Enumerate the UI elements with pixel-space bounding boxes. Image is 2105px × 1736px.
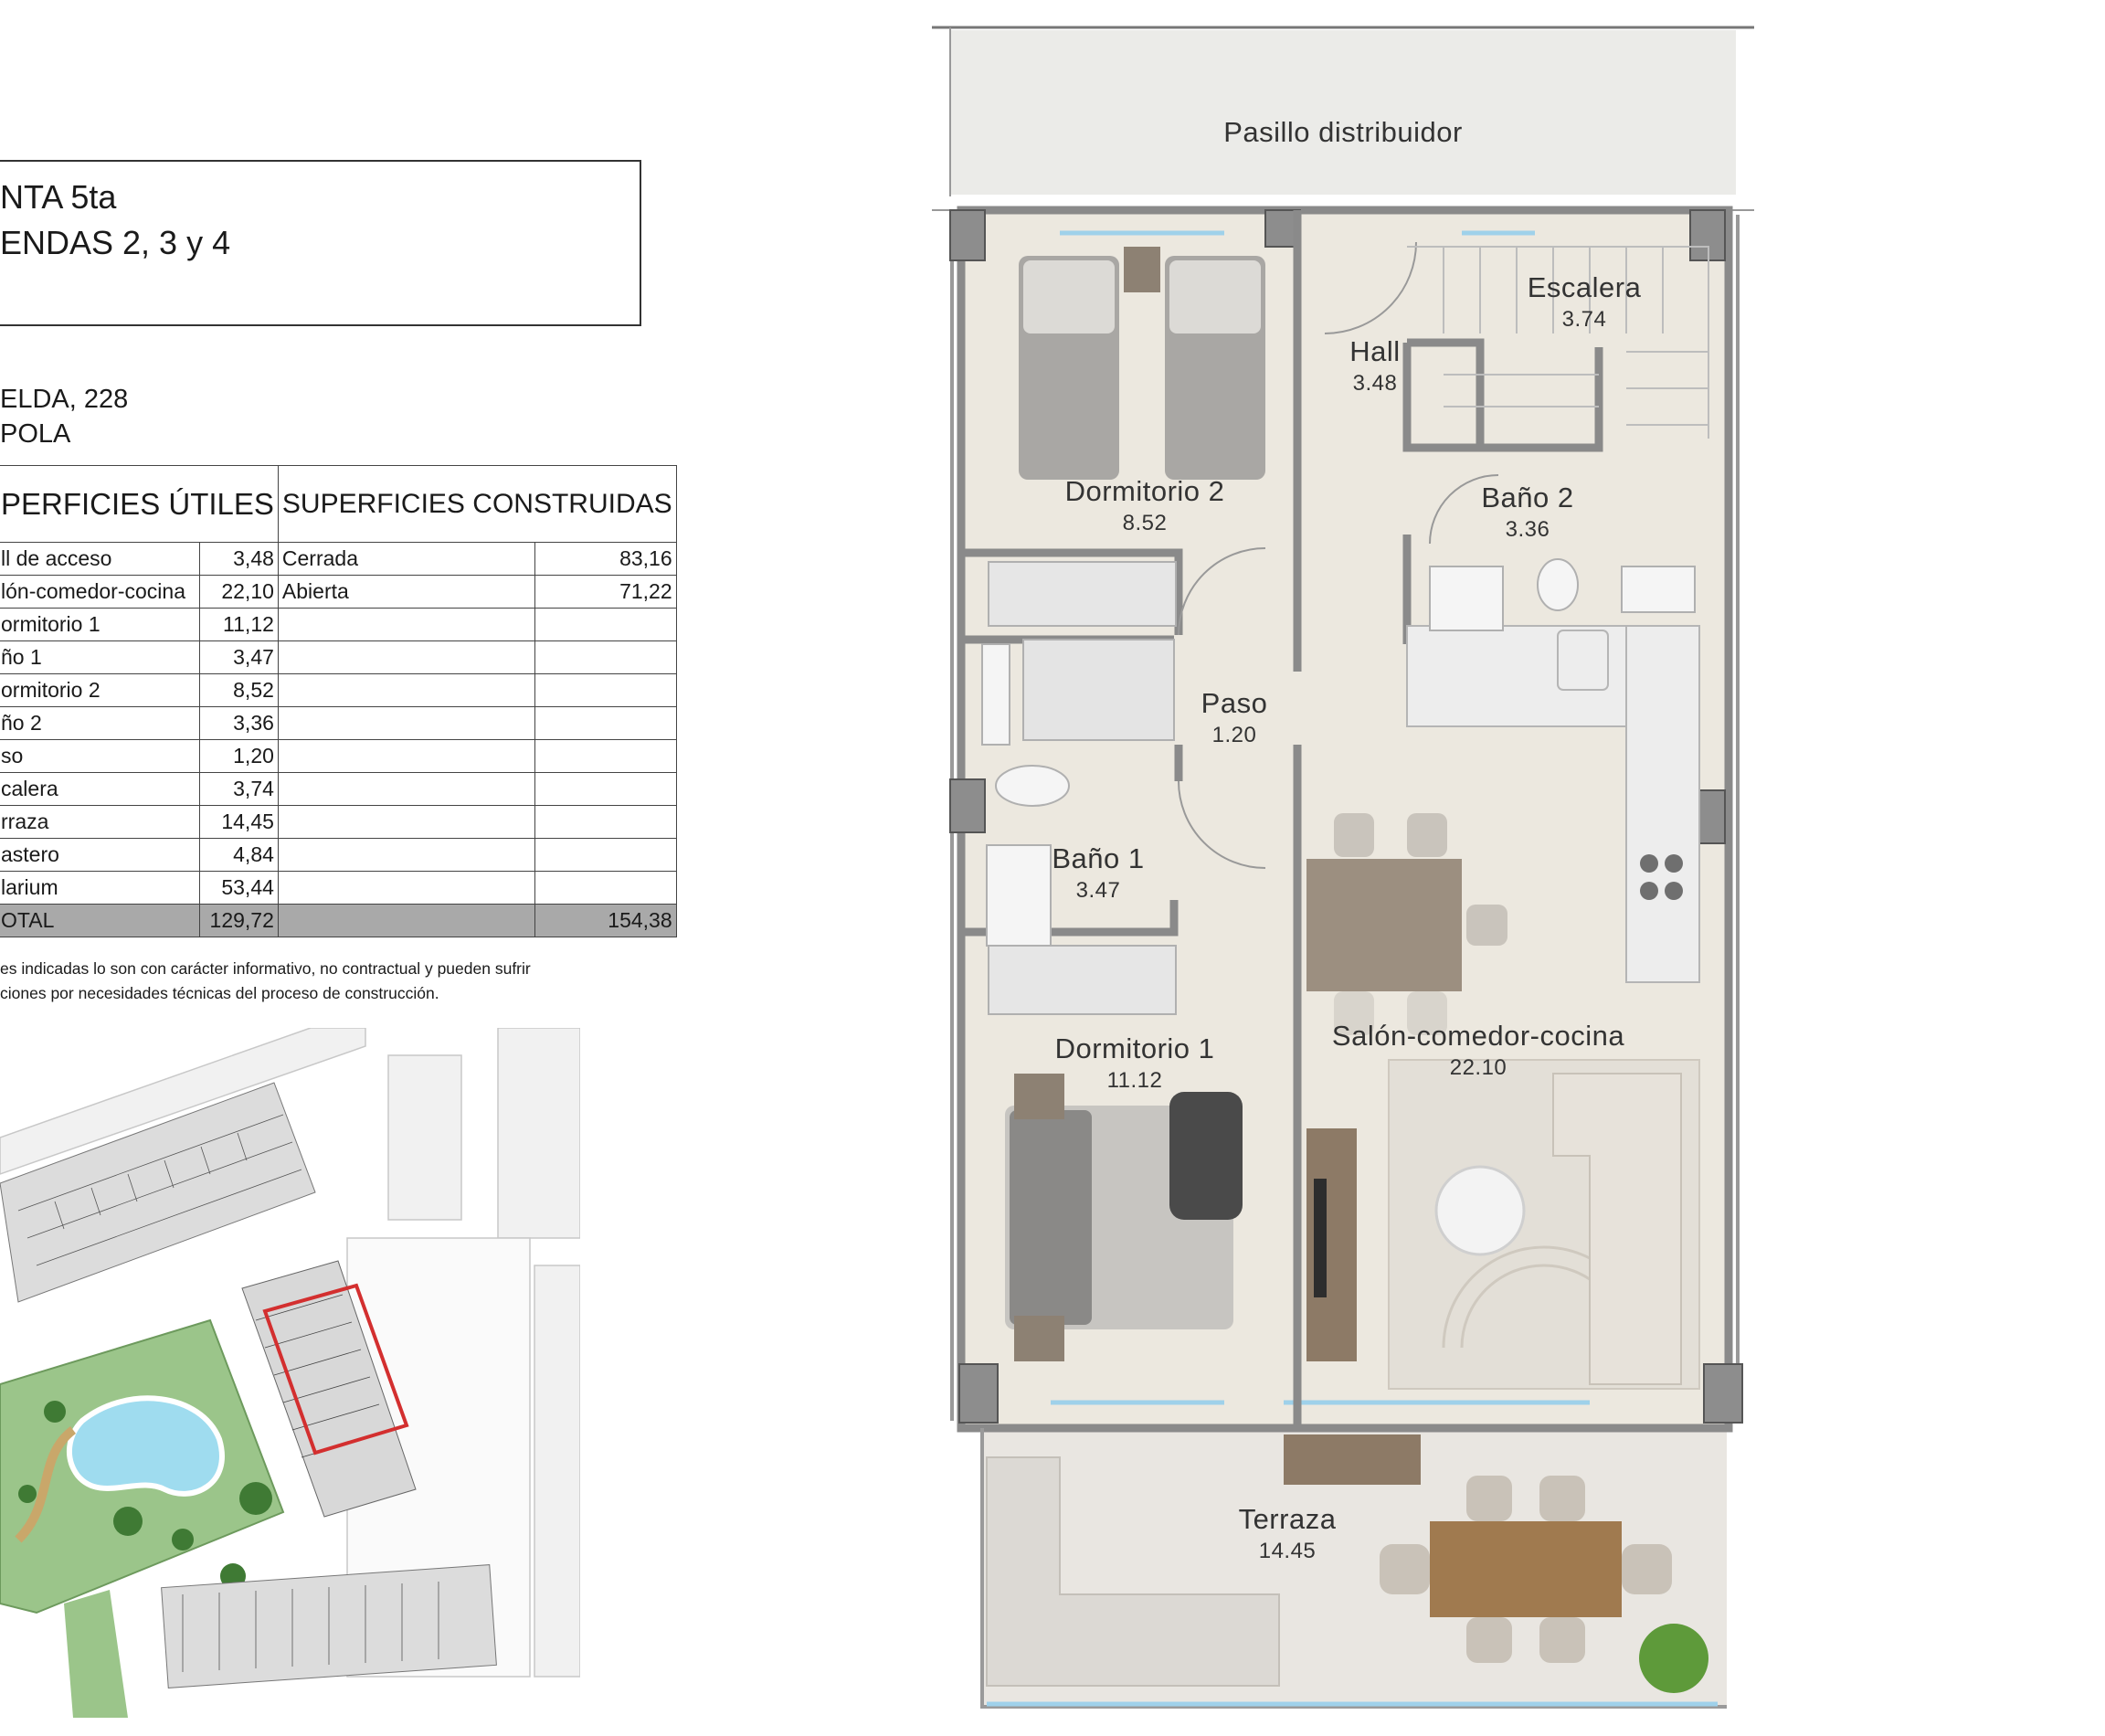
address-town: POLA — [0, 419, 71, 449]
built-area-cell — [534, 871, 677, 905]
address-block: ELDA, 228 POLA — [0, 382, 128, 451]
room-name-cell: lón-comedor-cocina — [0, 575, 200, 609]
table-row: ño 2 3,36 — [0, 706, 677, 740]
room-area-cell: 8,52 — [198, 673, 279, 707]
room-area-cell: 22,10 — [198, 575, 279, 609]
built-name-cell — [277, 673, 535, 707]
room-name-cell: ño 1 — [0, 640, 200, 674]
room-hall: Hall 3.48 — [1349, 335, 1401, 396]
room-bano-1: Baño 1 3.47 — [1052, 842, 1145, 903]
disclaimer-line-1: es indicadas lo son con carácter informa… — [0, 959, 531, 978]
room-name-cell: calera — [0, 772, 200, 806]
header-superficies-utiles: PERFICIES ÚTILES — [0, 465, 279, 543]
plant-icon — [1639, 1624, 1708, 1693]
room-dormitorio-1: Dormitorio 1 11.12 — [1054, 1032, 1215, 1093]
total-empty-cell — [277, 904, 535, 937]
table-row: ormitorio 1 11,12 — [0, 608, 677, 641]
built-name-cell — [277, 739, 535, 773]
room-name-cell: ño 2 — [0, 706, 200, 740]
room-escalera: Escalera 3.74 — [1527, 271, 1642, 332]
built-area-cell — [534, 640, 677, 674]
room-name-cell: so — [0, 739, 200, 773]
room-bano-2: Baño 2 3.36 — [1481, 482, 1574, 542]
total-useful-cell: 129,72 — [198, 904, 279, 937]
built-area-cell — [534, 706, 677, 740]
built-area-cell — [534, 608, 677, 641]
room-area-cell: 53,44 — [198, 871, 279, 905]
corridor-floor — [950, 30, 1736, 195]
built-name-cell — [277, 838, 535, 872]
room-name-cell: ll de acceso — [0, 542, 200, 576]
room-pasillo: Pasillo distribuidor — [1223, 116, 1463, 148]
built-area-cell — [534, 805, 677, 839]
table-row: astero 4,84 — [0, 838, 677, 872]
room-terraza: Terraza 14.45 — [1238, 1503, 1337, 1563]
built-name-cell — [277, 805, 535, 839]
table-row: ormitorio 2 8,52 — [0, 673, 677, 707]
built-name-cell — [277, 608, 535, 641]
room-area-cell: 1,20 — [198, 739, 279, 773]
room-paso: Paso 1.20 — [1201, 687, 1268, 747]
room-area-cell: 3,74 — [198, 772, 279, 806]
table-row: ño 1 3,47 — [0, 640, 677, 674]
room-area-cell: 3,48 — [198, 542, 279, 576]
room-name-cell: larium — [0, 871, 200, 905]
table-row: calera 3,74 — [0, 772, 677, 806]
table-total-row: OTAL 129,72 154,38 — [0, 904, 677, 937]
total-built-cell: 154,38 — [534, 904, 677, 937]
floor-plan: Pasillo distribuidor Escalera 3.74 Hall … — [932, 23, 1846, 1722]
disclaimer-line-2: ciones por necesidades técnicas del proc… — [0, 984, 439, 1002]
plan-title-box: NTA 5ta ENDAS 2, 3 y 4 — [0, 160, 641, 326]
built-name-cell: Cerrada — [277, 542, 535, 576]
room-area-cell: 3,47 — [198, 640, 279, 674]
table-row: so 1,20 — [0, 739, 677, 773]
built-area-cell — [534, 838, 677, 872]
built-name-cell: Abierta — [277, 575, 535, 609]
room-salon-comedor-cocina: Salón-comedor-cocina 22.10 — [1331, 1020, 1625, 1080]
area-table: PERFICIES ÚTILES SUPERFICIES CONSTRUIDAS… — [0, 465, 677, 937]
table-row: lón-comedor-cocina 22,10 Abierta 71,22 — [0, 575, 677, 609]
table-header-row: PERFICIES ÚTILES SUPERFICIES CONSTRUIDAS — [0, 465, 677, 543]
room-name-cell: rraza — [0, 805, 200, 839]
built-area-cell: 71,22 — [534, 575, 677, 609]
site-plan — [0, 1028, 580, 1718]
bedroom-1-bed — [1005, 1074, 1243, 1361]
room-area-cell: 4,84 — [198, 838, 279, 872]
room-name-cell: ormitorio 1 — [0, 608, 200, 641]
floor-title: NTA 5ta — [0, 178, 117, 216]
header-superficies-construidas: SUPERFICIES CONSTRUIDAS — [277, 465, 677, 543]
built-area-cell — [534, 673, 677, 707]
room-area-cell: 14,45 — [198, 805, 279, 839]
table-row: rraza 14,45 — [0, 805, 677, 839]
room-area-cell: 3,36 — [198, 706, 279, 740]
built-name-cell — [277, 640, 535, 674]
built-area-cell — [534, 739, 677, 773]
room-dormitorio-2: Dormitorio 2 8.52 — [1064, 475, 1225, 535]
table-row: ll de acceso 3,48 Cerrada 83,16 — [0, 542, 677, 576]
built-area-cell: 83,16 — [534, 542, 677, 576]
built-name-cell — [277, 706, 535, 740]
built-name-cell — [277, 871, 535, 905]
units-title: ENDAS 2, 3 y 4 — [0, 224, 231, 261]
address-street: ELDA, 228 — [0, 385, 129, 414]
table-row: larium 53,44 — [0, 871, 677, 905]
room-name-cell: ormitorio 2 — [0, 673, 200, 707]
disclaimer: es indicadas lo son con carácter informa… — [0, 957, 531, 1006]
room-name-cell: astero — [0, 838, 200, 872]
room-area-cell: 11,12 — [198, 608, 279, 641]
total-label-cell: OTAL — [0, 904, 200, 937]
built-area-cell — [534, 772, 677, 806]
living-area — [1388, 1059, 1700, 1390]
built-name-cell — [277, 772, 535, 806]
pool — [66, 1395, 225, 1497]
